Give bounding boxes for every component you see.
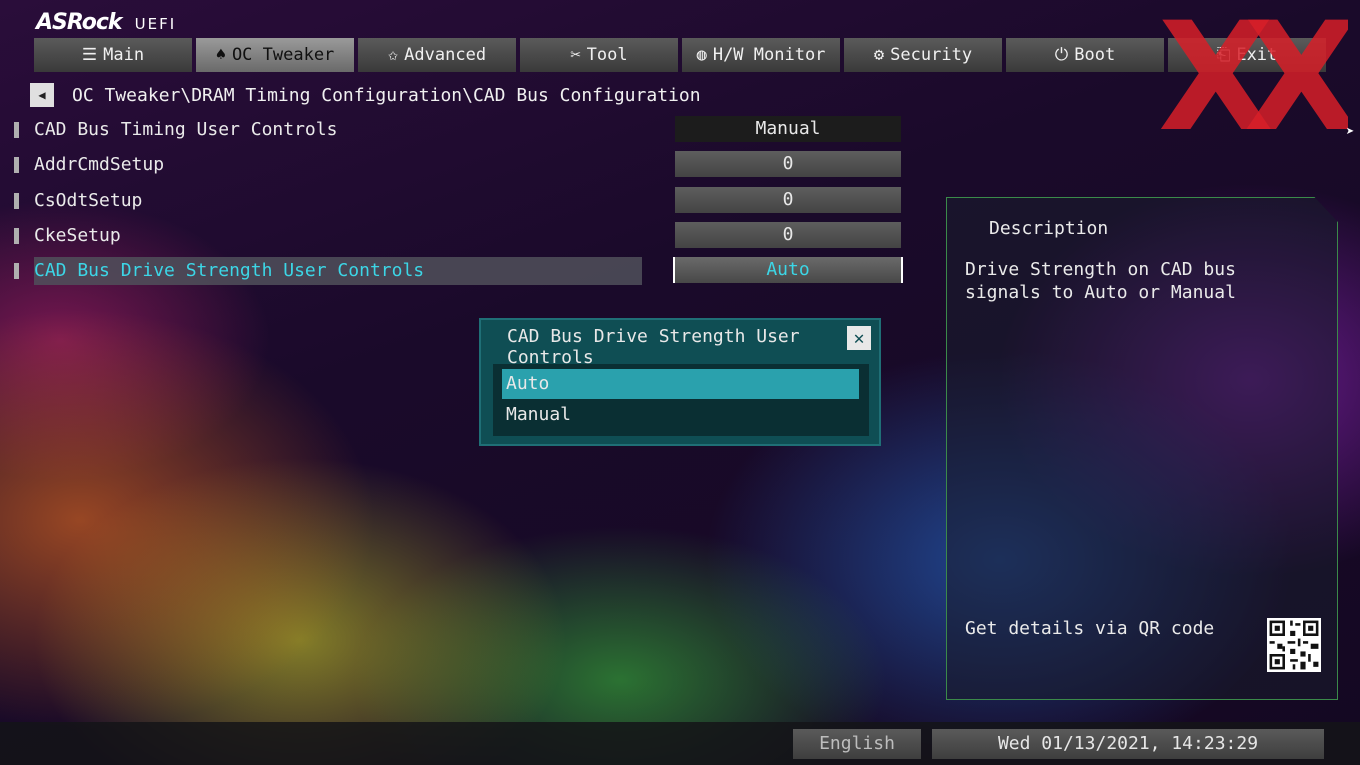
row-grip (14, 122, 19, 138)
power-icon: ⏻ (1054, 45, 1069, 65)
setting-label: AddrCmdSetup (34, 154, 165, 175)
popup-option-manual[interactable]: Manual (502, 400, 859, 430)
close-icon: ✕ (853, 327, 865, 349)
tab-label: OC Tweaker (231, 45, 335, 65)
tab-oc-tweaker[interactable]: ♠ OC Tweaker (196, 38, 354, 72)
tab-label: Security (890, 45, 973, 65)
shield-icon: ⚙ (873, 45, 885, 65)
brand-name: ASRock (36, 10, 123, 35)
tools-icon: ✂ (570, 45, 581, 65)
setting-value[interactable]: Auto (673, 257, 903, 283)
row-grip (14, 263, 19, 279)
tab-label: Advanced (404, 45, 487, 65)
mouse-cursor-icon: ➤ (1346, 124, 1355, 140)
popup-option-list: Auto Manual (493, 364, 869, 436)
breadcrumb-path: OC Tweaker\DRAM Timing Configuration\CAD… (72, 84, 701, 106)
tab-label: Main (103, 45, 145, 65)
tab-tool[interactable]: ✂ Tool (520, 38, 678, 72)
back-arrow-icon: ◀ (38, 88, 46, 102)
monitor-icon: ◍ (696, 45, 707, 65)
setting-label: CAD Bus Timing User Controls (34, 119, 338, 140)
status-bar: English Wed 01/13/2021, 14:23:29 (0, 722, 1360, 765)
setting-row[interactable]: AddrCmdSetup 0 (14, 151, 902, 179)
description-text: Drive Strength on CAD bus signals to Aut… (965, 259, 1236, 303)
option-popup: CAD Bus Drive Strength User Controls ✕ A… (479, 318, 881, 446)
star-icon: ✩ (387, 45, 399, 65)
setting-row[interactable]: CAD Bus Timing User Controls Manual (14, 116, 902, 144)
qr-code-icon[interactable] (1267, 618, 1321, 672)
tab-advanced[interactable]: ✩ Advanced (358, 38, 516, 72)
setting-value[interactable]: 0 (675, 151, 901, 177)
tab-main[interactable]: ☰ Main (34, 38, 192, 72)
brand-suffix: UEFI (134, 15, 177, 33)
language-button[interactable]: English (793, 729, 921, 759)
popup-option-auto[interactable]: Auto (502, 369, 859, 399)
setting-value[interactable]: 0 (675, 222, 901, 248)
description-panel: Description Drive Strength on CAD bus si… (946, 197, 1338, 700)
row-grip (14, 157, 19, 173)
qr-hint: Get details via QR code (965, 618, 1215, 639)
asrock-logo: ASRock UEFI (36, 10, 176, 35)
rocket-icon: ♠ (215, 45, 226, 65)
setting-label: CkeSetup (34, 225, 121, 246)
tab-label: Boot (1074, 45, 1116, 65)
datetime-display: Wed 01/13/2021, 14:23:29 (932, 729, 1324, 759)
qr-code-graphic (1267, 618, 1321, 672)
setting-row[interactable]: CsOdtSetup 0 (14, 187, 902, 215)
setting-row[interactable]: CkeSetup 0 (14, 222, 902, 250)
setting-row-selected[interactable]: CAD Bus Drive Strength User Controls Aut… (14, 257, 903, 285)
setting-value[interactable]: 0 (675, 187, 901, 213)
popup-close-button[interactable]: ✕ (847, 326, 871, 350)
back-button[interactable]: ◀ (30, 83, 54, 107)
row-grip (14, 193, 19, 209)
tab-boot[interactable]: ⏻ Boot (1006, 38, 1164, 72)
setting-value[interactable]: Manual (675, 116, 901, 142)
tab-hw-monitor[interactable]: ◍ H/W Monitor (682, 38, 840, 72)
main-tabs: ☰ Main ♠ OC Tweaker ✩ Advanced ✂ Tool ◍ H/W M… (34, 38, 1330, 72)
description-title: Description (989, 218, 1109, 239)
setting-label: CsOdtSetup (34, 190, 143, 211)
list-icon: ☰ (81, 45, 98, 65)
row-grip (14, 228, 19, 244)
tab-label: Tool (586, 45, 628, 65)
breadcrumb: ◀ OC Tweaker\DRAM Timing Configuration\C… (30, 82, 701, 108)
tab-label: H/W Monitor (712, 45, 826, 65)
popup-title: CAD Bus Drive Strength User Controls (507, 326, 800, 368)
setting-label: CAD Bus Drive Strength User Controls (34, 260, 425, 281)
tab-security[interactable]: ⚙ Security (844, 38, 1002, 72)
watermark-logo: XX (1158, 16, 1348, 140)
